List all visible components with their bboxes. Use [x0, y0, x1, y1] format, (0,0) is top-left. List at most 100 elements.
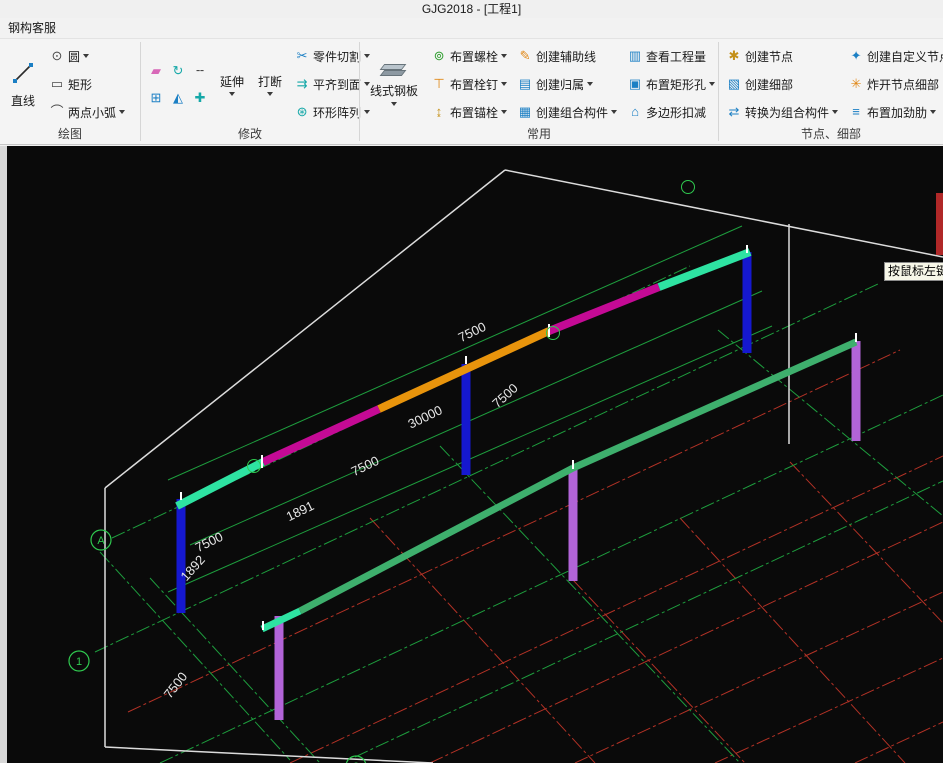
explode-node-icon: ✳	[850, 76, 862, 91]
dropdown-caret[interactable]	[501, 82, 508, 86]
window-title: GJG2018 - [工程1]	[421, 2, 522, 16]
place-bolt-button-label: 布置螺栓	[450, 49, 499, 64]
two-point-arc-button[interactable]: ⌒ 两点小弧	[46, 100, 128, 124]
erase-button[interactable]: ▰	[145, 57, 167, 84]
create-custom-node-button[interactable]: ✦ 创建自定义节点	[845, 44, 943, 68]
create-aux-line-button[interactable]: ✎ 创建辅助线	[514, 44, 620, 68]
convert-composite-button[interactable]: ⇄ 转换为组合构件	[723, 100, 841, 124]
rotate-icon: ↻	[172, 62, 184, 78]
move-icon: ✚	[194, 89, 206, 105]
ribbon-group-draw: 直线 ⊙ 圆 ▭ 矩形 ⌒ 两点小弧 绘图	[0, 39, 140, 144]
line-button[interactable]: 直线	[4, 42, 42, 126]
dropdown-caret[interactable]	[83, 54, 90, 58]
mirror-button[interactable]: ◭	[167, 84, 189, 111]
view-quantity-button[interactable]: ▥ 查看工程量	[624, 44, 718, 68]
place-anchor-bolt-button-label: 布置锚栓	[450, 105, 499, 120]
quantity-icon: ▥	[628, 48, 642, 63]
back-frame-columns[interactable]	[176, 252, 752, 613]
dropdown-caret[interactable]	[709, 82, 716, 86]
window-titlebar: GJG2018 - [工程1]	[0, 0, 943, 18]
aux-line-icon: ✎	[519, 48, 531, 63]
place-rect-hole-button[interactable]: ▣ 布置矩形孔	[624, 72, 718, 96]
place-stiffener-button-label: 布置加劲肋	[867, 105, 928, 120]
place-stud-button[interactable]: ⊤ 布置栓钉	[428, 72, 510, 96]
break-button-label: 打断	[258, 74, 283, 89]
explode-node-button-label: 炸开节点细部	[867, 77, 940, 92]
ribbon-group-common: 线式钢板 ⊚ 布置螺栓 ⊤ 布置栓钉 ↨ 布置锚栓 ✎ 创建辅助线 ▤ 创建归属…	[360, 39, 718, 144]
create-composite-button[interactable]: ▦ 创建组合构件	[514, 100, 620, 124]
break-button[interactable]: 打断	[253, 42, 287, 126]
line-icon	[10, 60, 36, 89]
move-button[interactable]: ✚	[189, 84, 211, 111]
copy-icon: ⊞	[150, 89, 162, 105]
polygon-subtract-button[interactable]: ⌂ 多边形扣减	[624, 100, 718, 124]
dimension-label: 1891	[284, 498, 317, 524]
rectangle-button[interactable]: ▭ 矩形	[46, 72, 128, 96]
drawing-canvas[interactable]: 7500 7500 30000 7500 1891 7500 1892 7500…	[0, 146, 943, 763]
copy-button[interactable]: ⊞	[145, 84, 167, 111]
place-stiffener-button[interactable]: ≡ 布置加劲肋	[845, 100, 943, 124]
dimension-label: 7500	[489, 380, 521, 410]
polygon-icon: ⌂	[631, 104, 639, 119]
dropdown-caret[interactable]	[501, 110, 508, 114]
convert-composite-icon: ⇄	[728, 104, 740, 119]
create-detail-icon: ▧	[727, 76, 741, 91]
align-to-face-icon: ⇉	[296, 76, 308, 91]
polygon-subtract-button-label: 多边形扣减	[646, 105, 707, 120]
create-belong-button-label: 创建归属	[536, 77, 585, 92]
dropdown-caret[interactable]	[611, 110, 618, 114]
front-frame-beam[interactable]	[260, 338, 858, 633]
dropdown-caret[interactable]	[267, 91, 274, 96]
dropdown-caret[interactable]	[119, 110, 126, 114]
explode-node-button[interactable]: ✳ 炸开节点细部	[845, 72, 943, 96]
rect-hole-icon: ▣	[628, 76, 642, 91]
ribbon-group-node-detail: ✱ 创建节点 ▧ 创建细部 ⇄ 转换为组合构件 ✦ 创建自定义节点 ✳ 炸开节点…	[719, 39, 943, 144]
view-quantity-button-label: 查看工程量	[646, 49, 707, 64]
place-bolt-button[interactable]: ⊚ 布置螺栓	[428, 44, 510, 68]
model-view-3d[interactable]: 7500 7500 30000 7500 1891 7500 1892 7500…	[0, 146, 943, 763]
group-label-draw: 绘图	[57, 127, 82, 141]
create-node-button-label: 创建节点	[745, 49, 794, 64]
part-cut-icon: ✂	[296, 48, 308, 63]
circle-button[interactable]: ⊙ 圆	[46, 44, 128, 68]
create-detail-button-label: 创建细部	[745, 77, 794, 92]
dropdown-caret[interactable]	[391, 101, 397, 106]
steel-plate-button-label: 线式钢板	[370, 83, 419, 98]
steel-plate-button[interactable]: 线式钢板	[364, 42, 424, 126]
group-label-modify: 修改	[237, 127, 262, 141]
place-stud-button-label: 布置栓钉	[450, 77, 499, 92]
mouse-hint-tooltip: 按鼠标左键	[884, 262, 943, 281]
rotate-button[interactable]: ↻	[167, 57, 189, 84]
dropdown-caret[interactable]	[229, 91, 235, 96]
menu-item-customer-service[interactable]: 钢构客服	[0, 18, 64, 39]
dimension-label: 7500	[193, 529, 226, 555]
dropdown-caret[interactable]	[832, 110, 839, 114]
dropdown-caret[interactable]	[501, 54, 508, 58]
front-frame-columns[interactable]	[274, 341, 861, 720]
create-composite-button-label: 创建组合构件	[536, 105, 609, 120]
right-edge-red-marker	[936, 193, 943, 255]
dropdown-caret[interactable]	[930, 110, 937, 114]
stiffener-icon: ≡	[852, 104, 860, 119]
dimension-label: 7500	[456, 319, 489, 345]
canvas-left-gutter	[0, 146, 7, 763]
create-detail-button[interactable]: ▧ 创建细部	[723, 72, 841, 96]
dimension-label: 7500	[349, 453, 382, 479]
create-aux-line-button-label: 创建辅助线	[536, 49, 597, 64]
group-label-common: 常用	[526, 127, 551, 141]
bounding-box-wireframe	[104, 169, 943, 763]
place-anchor-bolt-button[interactable]: ↨ 布置锚栓	[428, 100, 510, 124]
create-belong-button[interactable]: ▤ 创建归属	[514, 72, 620, 96]
group-label-node-detail: 节点、细部	[800, 127, 861, 141]
axis-bubble-label: A	[97, 535, 105, 547]
create-node-button[interactable]: ✱ 创建节点	[723, 44, 841, 68]
break-line-button[interactable]: ╌	[189, 57, 211, 84]
extend-button-label: 延伸	[220, 74, 245, 89]
two-point-arc-button-label: 两点小弧	[68, 105, 117, 120]
extend-button[interactable]: 延伸	[215, 42, 249, 126]
dropdown-caret[interactable]	[587, 82, 594, 86]
steel-plate-icon	[378, 63, 410, 79]
composite-icon: ▦	[518, 104, 532, 119]
arc-icon: ⌒	[50, 104, 64, 119]
stud-icon: ⊤	[433, 76, 445, 91]
